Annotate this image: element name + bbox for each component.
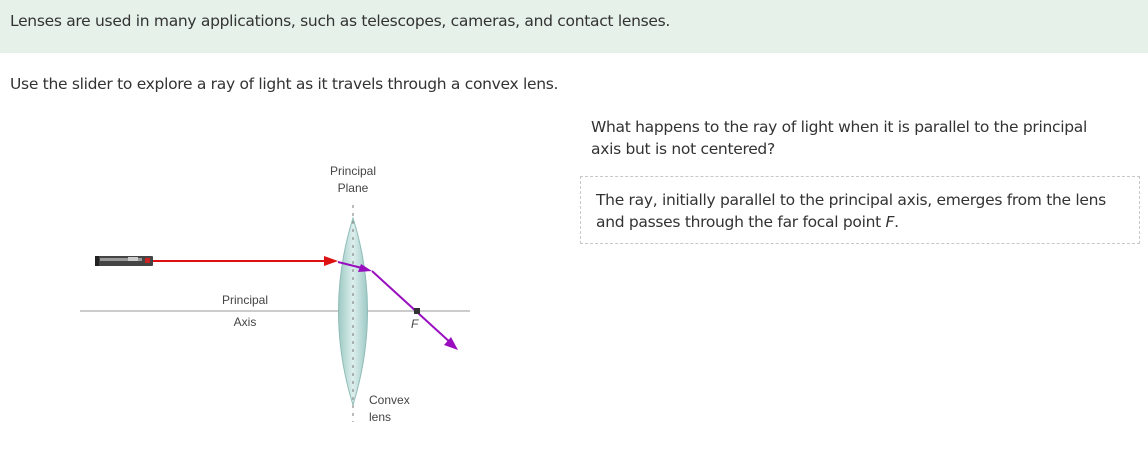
focal-point-label: F — [411, 317, 419, 331]
principal-plane-label-line2: Plane — [338, 181, 369, 195]
principal-axis-label-line1: Principal — [222, 293, 268, 307]
answer-focal-symbol: F — [885, 213, 895, 231]
lens-label-line1: Convex — [369, 393, 410, 407]
principal-axis-label-line2: Axis — [234, 315, 257, 329]
lens-label-line2: lens — [369, 410, 391, 424]
answer-text-end: . — [894, 213, 899, 231]
laser-pointer-icon[interactable] — [95, 256, 153, 266]
focal-point-icon — [414, 308, 420, 314]
incident-ray-arrow — [324, 256, 338, 266]
refracted-ray — [371, 270, 453, 345]
answer-text-main: The ray, initially parallel to the princ… — [596, 191, 1106, 231]
principal-plane-label-line1: Principal — [330, 164, 376, 178]
answer-box: The ray, initially parallel to the princ… — [580, 176, 1140, 244]
answer-text: The ray, initially parallel to the princ… — [596, 189, 1131, 233]
question-text: What happens to the ray of light when it… — [591, 118, 1087, 158]
